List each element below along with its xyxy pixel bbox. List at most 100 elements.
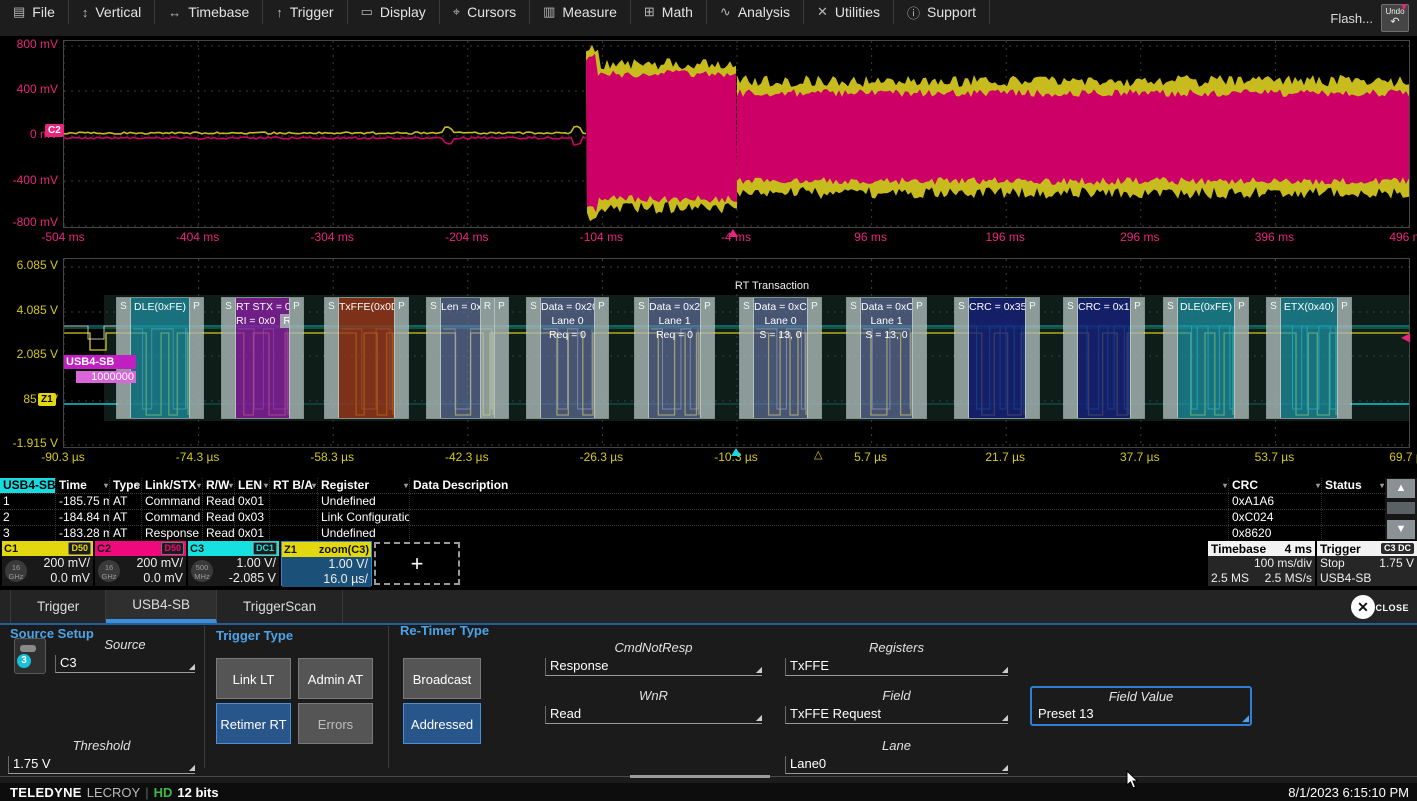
table-row[interactable]: 3-183.28 msATResponseRead0x01Undefined0x… bbox=[0, 525, 1385, 541]
descriptor-c1[interactable]: C1D5016GHz200 mV/0.0 mV bbox=[2, 541, 93, 586]
table-scrollbar[interactable]: ▲ ▼ bbox=[1385, 478, 1417, 540]
decoder-label[interactable]: USB4-SB bbox=[64, 355, 136, 369]
c2-ground-marker[interactable]: C2 bbox=[45, 124, 64, 137]
wnr-select[interactable]: Read◢ bbox=[545, 706, 762, 724]
axis-tick-label: 396 ms bbox=[1255, 230, 1294, 244]
sort-icon[interactable]: ▾ bbox=[1223, 478, 1227, 493]
registers-select[interactable]: TxFFE◢ bbox=[785, 658, 1008, 676]
menu-item-support[interactable]: ⓘSupport bbox=[894, 0, 990, 24]
dropdown-corner-icon: ◢ bbox=[756, 714, 762, 722]
sort-icon[interactable]: ▾ bbox=[264, 478, 268, 493]
menu-item-vertical[interactable]: ↕Vertical bbox=[69, 0, 155, 24]
source-select[interactable]: C3◢ bbox=[55, 655, 195, 673]
column-header-time[interactable]: Time▾ bbox=[55, 478, 109, 493]
field-value-input[interactable]: Field Value Preset 13 ◢ bbox=[1030, 686, 1252, 726]
cmdnotresp-select[interactable]: Response◢ bbox=[545, 658, 762, 676]
column-header-len[interactable]: LEN▾ bbox=[234, 478, 269, 493]
close-label[interactable]: CLOSE bbox=[1375, 603, 1409, 613]
admin-at-button[interactable]: Admin AT bbox=[298, 658, 373, 699]
dropdown-corner-icon: ◢ bbox=[1002, 764, 1008, 772]
flash-button[interactable]: Flash... bbox=[1330, 11, 1373, 26]
menu-item-cursors[interactable]: ⌖Cursors bbox=[440, 0, 530, 24]
table-cell: 3 bbox=[0, 526, 55, 541]
column-header-link-stx[interactable]: Link/STX▾ bbox=[141, 478, 202, 493]
trigger-descriptor[interactable]: Trigger C3 DC Stop 1.75 V USB4-SB bbox=[1317, 541, 1417, 586]
table-cell: 0x03 bbox=[234, 510, 269, 525]
axis-tick-label: -26.3 µs bbox=[580, 450, 624, 464]
table-row[interactable]: 2-184.84 msATCommandRead0x03Link Configu… bbox=[0, 509, 1385, 525]
bubble-end-tag: P bbox=[1234, 298, 1248, 418]
trigger-icon: ↑ bbox=[276, 5, 283, 20]
table-cell: Read bbox=[202, 526, 234, 541]
trigger-marker-icon: △ bbox=[814, 448, 822, 461]
menu-item-label: Math bbox=[662, 4, 693, 20]
bubble-label: Data = 0xCD bbox=[754, 300, 807, 314]
column-header-register[interactable]: Register▾ bbox=[317, 478, 409, 493]
bubble-body: DLE(0xFE) bbox=[1178, 298, 1234, 418]
axis-tick-label: -1.915 V bbox=[0, 436, 58, 450]
menu-item-measure[interactable]: ▥Measure bbox=[530, 0, 631, 24]
addressed-button[interactable]: Addressed bbox=[403, 703, 481, 744]
menu-item-display[interactable]: ▭Display bbox=[348, 0, 440, 24]
bubble-end-tag: P bbox=[289, 298, 303, 418]
descriptor-body: 16GHz200 mV/0.0 mV bbox=[2, 556, 93, 586]
table-cell: Command bbox=[141, 494, 202, 509]
grid2-plot[interactable]: RT Transaction SDLE(0xFE)PSRT STX = 0x40… bbox=[63, 258, 1410, 448]
sort-icon[interactable]: ▾ bbox=[197, 478, 201, 493]
menu-item-utilities[interactable]: ✕Utilities bbox=[804, 0, 894, 24]
sort-icon[interactable]: ▾ bbox=[404, 478, 408, 493]
scroll-down-button[interactable]: ▼ bbox=[1387, 520, 1415, 539]
column-header-data-description[interactable]: Data Description▾ bbox=[409, 478, 1228, 493]
axis-tick-label: -404 ms bbox=[176, 230, 219, 244]
retimer-rt-button[interactable]: Retimer RT bbox=[216, 703, 291, 744]
bubble-body: Data = 0x20Lane 1Req = 0 bbox=[649, 298, 700, 418]
axis-tick-label: -58.3 µs bbox=[310, 450, 354, 464]
sort-icon[interactable]: ▾ bbox=[1380, 478, 1384, 493]
table-cell bbox=[1321, 510, 1385, 525]
table-row[interactable]: 1-185.75 msATCommandRead0x01Undefined0xA… bbox=[0, 493, 1385, 509]
menu-item-trigger[interactable]: ↑Trigger bbox=[263, 0, 347, 24]
source-probe-button[interactable]: 3 bbox=[14, 638, 46, 674]
z1-level-marker[interactable]: Z1 bbox=[38, 393, 56, 406]
table-cell: Command bbox=[141, 510, 202, 525]
coupling-badge: D50 bbox=[68, 542, 91, 555]
tab-trigger[interactable]: Trigger bbox=[10, 590, 106, 623]
field-select[interactable]: TxFFE Request◢ bbox=[785, 706, 1008, 724]
lane-select[interactable]: Lane0◢ bbox=[785, 756, 1008, 774]
descriptor-z1[interactable]: Z1zoom(C3)1.00 V/16.0 µs/ bbox=[281, 541, 372, 586]
broadcast-button[interactable]: Broadcast bbox=[403, 658, 481, 699]
bandwidth-badge: 500MHz bbox=[191, 560, 213, 582]
dialog-resize-handle[interactable] bbox=[630, 775, 770, 778]
sort-icon[interactable]: ▾ bbox=[136, 478, 140, 493]
column-header-type[interactable]: Type▾ bbox=[109, 478, 141, 493]
menu-item-math[interactable]: ⊞Math bbox=[631, 0, 707, 24]
threshold-select[interactable]: 1.75 V◢ bbox=[8, 756, 195, 774]
sort-icon[interactable]: ▾ bbox=[1316, 478, 1320, 493]
link-lt-button[interactable]: Link LT bbox=[216, 658, 291, 699]
bubble-start-tag: S bbox=[325, 298, 339, 418]
descriptor-c2[interactable]: C2D5016GHz200 mV/0.0 mV bbox=[95, 541, 186, 586]
sort-icon[interactable]: ▾ bbox=[104, 478, 108, 493]
scroll-up-button[interactable]: ▲ bbox=[1387, 479, 1415, 498]
menu-item-timebase[interactable]: ↔Timebase bbox=[155, 0, 263, 24]
column-header-crc[interactable]: CRC▾ bbox=[1228, 478, 1321, 493]
sort-icon[interactable]: ▾ bbox=[312, 478, 316, 493]
column-header-status[interactable]: Status▾ bbox=[1321, 478, 1385, 493]
scroll-thumb[interactable] bbox=[1387, 502, 1415, 514]
errors-button[interactable]: Errors bbox=[298, 703, 373, 744]
descriptor-c3[interactable]: C3DC1500MHz1.00 V/-2.085 V bbox=[188, 541, 279, 586]
column-header-usb4-sb[interactable]: USB4-SB bbox=[0, 478, 55, 493]
sort-icon[interactable]: ▾ bbox=[229, 478, 233, 493]
menu-item-file[interactable]: ▤File bbox=[0, 0, 69, 24]
column-header-r-w[interactable]: R/W▾ bbox=[202, 478, 234, 493]
grid1-plot[interactable] bbox=[63, 40, 1410, 228]
timebase-descriptor[interactable]: Timebase 4 ms 100 ms/div 2.5 MS 2.5 MS/s bbox=[1208, 541, 1315, 586]
field-value-text: Preset 13 bbox=[1038, 706, 1094, 721]
menu-item-analysis[interactable]: ∿Analysis bbox=[707, 0, 804, 24]
tab-triggerscan[interactable]: TriggerScan bbox=[217, 590, 343, 623]
tab-usb4-sb[interactable]: USB4-SB bbox=[106, 590, 217, 623]
column-header-rt-b-a[interactable]: RT B/A▾ bbox=[269, 478, 317, 493]
add-trace-button[interactable]: + bbox=[374, 542, 460, 585]
close-icon[interactable]: ✕ bbox=[1351, 595, 1375, 619]
menu-item-label: Utilities bbox=[835, 4, 880, 20]
